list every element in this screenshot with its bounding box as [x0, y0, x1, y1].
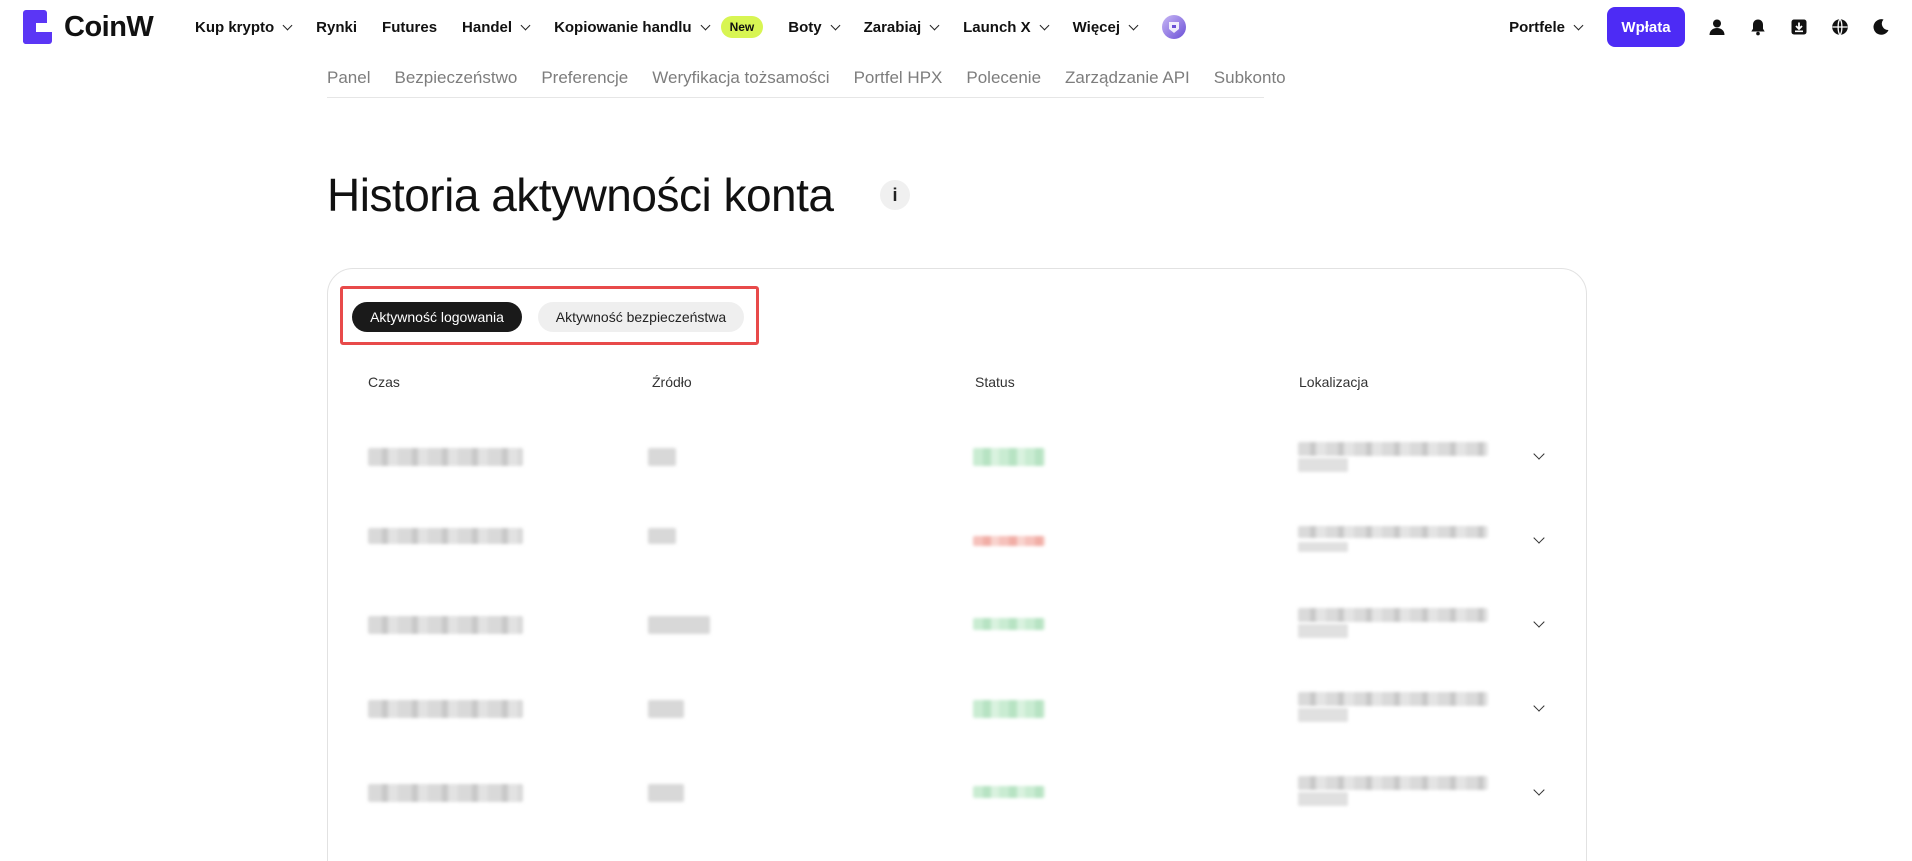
download-icon[interactable]	[1789, 17, 1809, 37]
redacted-location	[1298, 776, 1488, 790]
redacted-location	[1298, 442, 1488, 456]
nav-item-launch-x[interactable]: Launch X	[963, 19, 1050, 36]
main-menu: Kup krypto Rynki Futures Handel Kopiowan…	[195, 0, 1211, 54]
nav-item-earn[interactable]: Zarabiaj	[864, 19, 940, 36]
nav-item-markets[interactable]: Rynki	[316, 19, 357, 36]
nav-item-bots[interactable]: Boty	[788, 19, 841, 36]
logo-icon	[23, 10, 52, 44]
subnav-item-subaccount[interactable]: Subkonto	[1214, 68, 1286, 97]
nav-item-trade[interactable]: Handel	[462, 19, 531, 36]
nav-right: Portfele Wpłata	[1509, 0, 1912, 54]
status-success-redacted	[973, 618, 1045, 630]
column-header-location: Lokalizacja	[1299, 374, 1369, 390]
redacted-time	[368, 784, 523, 802]
expand-row-chevron-icon[interactable]	[1533, 784, 1545, 796]
subnav-item-api-management[interactable]: Zarządzanie API	[1065, 68, 1190, 97]
redacted-location-line2	[1298, 708, 1348, 722]
subnav-item-security[interactable]: Bezpieczeństwo	[394, 68, 517, 97]
redacted-location	[1298, 692, 1488, 706]
column-header-source: Źródło	[652, 374, 692, 390]
moon-icon[interactable]	[1871, 17, 1891, 37]
chevron-down-icon	[830, 20, 841, 30]
table-row	[328, 412, 1586, 496]
status-failed-redacted	[973, 536, 1045, 546]
logo-text: CoinW	[64, 10, 154, 43]
redacted-time	[368, 448, 523, 466]
info-icon[interactable]: i	[880, 180, 910, 210]
redacted-location	[1298, 526, 1488, 538]
column-header-time: Czas	[368, 374, 400, 390]
status-success-redacted	[973, 786, 1045, 798]
status-success-redacted	[973, 448, 1045, 466]
status-success-redacted	[973, 700, 1045, 718]
redacted-source	[648, 784, 684, 802]
new-badge: New	[720, 16, 764, 38]
redacted-source	[648, 616, 710, 634]
page-title: Historia aktywności konta	[327, 169, 834, 221]
nav-item-copy-trading[interactable]: Kopiowanie handlu New	[554, 16, 764, 38]
subnav-item-preferences[interactable]: Preferencje	[541, 68, 628, 97]
promo-avatar[interactable]	[1162, 15, 1187, 39]
tab-login-activity[interactable]: Aktywność logowania	[352, 302, 522, 332]
promo-avatar-icon	[1162, 15, 1187, 39]
profile-icon[interactable]	[1707, 17, 1727, 37]
subnav-item-panel[interactable]: Panel	[327, 68, 370, 97]
table-row	[328, 664, 1586, 748]
redacted-location-line2	[1298, 458, 1348, 472]
expand-row-chevron-icon[interactable]	[1533, 532, 1545, 544]
tab-security-activity[interactable]: Aktywność bezpieczeństwa	[538, 302, 744, 332]
expand-row-chevron-icon[interactable]	[1533, 700, 1545, 712]
redacted-location-line2	[1298, 624, 1348, 638]
table-row	[328, 580, 1586, 664]
top-navigation: CoinW Kup krypto Rynki Futures Handel Ko…	[0, 0, 1912, 54]
redacted-time	[368, 616, 523, 634]
wallets-dropdown[interactable]: Portfele	[1509, 19, 1584, 36]
subnav-item-hpx-wallet[interactable]: Portfel HPX	[854, 68, 943, 97]
redacted-source	[648, 700, 684, 718]
redacted-location	[1298, 608, 1488, 622]
redacted-time	[368, 700, 523, 718]
account-subnav: Panel Bezpieczeństwo Preferencje Weryfik…	[327, 68, 1286, 98]
chevron-down-icon	[1128, 20, 1139, 30]
chevron-down-icon	[520, 20, 531, 30]
redacted-source	[648, 448, 676, 466]
redacted-location-line2	[1298, 542, 1348, 552]
table-row	[328, 748, 1586, 832]
deposit-button[interactable]: Wpłata	[1607, 7, 1685, 47]
nav-item-futures[interactable]: Futures	[382, 19, 437, 36]
bell-icon[interactable]	[1748, 17, 1768, 37]
expand-row-chevron-icon[interactable]	[1533, 616, 1545, 628]
table-row	[328, 496, 1586, 580]
globe-icon[interactable]	[1830, 17, 1850, 37]
subnav-item-referral[interactable]: Polecenie	[966, 68, 1041, 97]
redacted-source	[648, 528, 676, 544]
chevron-down-icon	[700, 20, 711, 30]
nav-item-buy-crypto[interactable]: Kup krypto	[195, 19, 293, 36]
redacted-location-line2	[1298, 792, 1348, 806]
subnav-item-identity-verification[interactable]: Weryfikacja tożsamości	[652, 68, 829, 97]
nav-item-more[interactable]: Więcej	[1073, 19, 1139, 36]
coinw-logo[interactable]: CoinW	[23, 10, 154, 44]
expand-row-chevron-icon[interactable]	[1533, 448, 1545, 460]
chevron-down-icon	[1573, 20, 1584, 30]
column-header-status: Status	[975, 374, 1015, 390]
redacted-time	[368, 528, 523, 544]
chevron-down-icon	[282, 20, 293, 30]
chevron-down-icon	[1039, 20, 1050, 30]
chevron-down-icon	[929, 20, 940, 30]
